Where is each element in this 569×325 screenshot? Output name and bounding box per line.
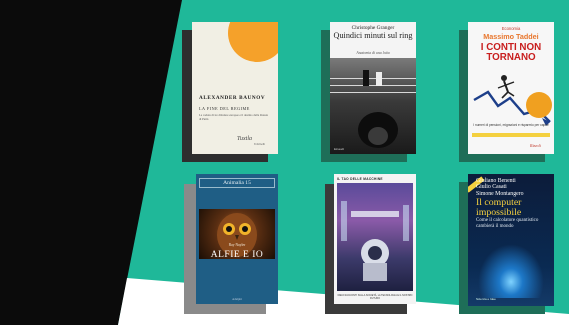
sci-fi-illustration bbox=[337, 183, 413, 291]
book-cover: IL TAO DELLE MACCHINE DIECI RACCONTI SUL… bbox=[334, 174, 416, 304]
book-author: ALEXANDER BAUNOV bbox=[199, 95, 266, 101]
book-title: Il computer impossibile bbox=[476, 197, 522, 218]
book-author: Ray Nayler bbox=[228, 243, 246, 247]
book-authors: Giuliano Benenti Giulio Casati Simone Mo… bbox=[476, 178, 524, 197]
promo-badge bbox=[526, 92, 552, 118]
book-publisher: Adelphi bbox=[232, 297, 242, 301]
book-il-computer-impossibile[interactable]: Giuliano Benenti Giulio Casati Simone Mo… bbox=[459, 174, 554, 314]
book-la-fine-del-regime[interactable]: ALEXANDER BAUNOV LA FINE DEL REGIME La c… bbox=[182, 22, 278, 162]
book-title: IL TAO DELLE MACCHINE bbox=[337, 177, 383, 181]
book-quindici-minuti-sul-ring[interactable]: Christophe Granger Quindici minuti sul r… bbox=[321, 22, 416, 162]
book-subtitle: Anatomia di una lotta bbox=[356, 51, 390, 55]
book-publisher: Rizzoli bbox=[530, 143, 541, 148]
book-title: Quindici minuti sul ring bbox=[333, 31, 413, 40]
collage: ALEXANDER BAUNOV LA FINE DEL REGIME La c… bbox=[0, 0, 569, 325]
book-alfie-e-io[interactable]: Animalia 15 Ray Nayler ALFIE E IO Adelph… bbox=[184, 174, 278, 314]
book-subtitle: La caduta di tre dittature europee e il … bbox=[199, 113, 268, 121]
signature: Tuxtla bbox=[237, 136, 253, 142]
book-title: LA FINE DEL REGIME bbox=[199, 106, 250, 111]
yellow-strip bbox=[472, 133, 550, 137]
book-il-tao-delle-macchine[interactable]: IL TAO DELLE MACCHINE DIECI RACCONTI SUL… bbox=[325, 174, 416, 314]
boxers-silhouette bbox=[358, 70, 398, 148]
book-subtitle: DIECI RACCONTI SULLA SOCIETÀ, LA TECNOLO… bbox=[337, 294, 413, 300]
book-cover: Animalia 15 Ray Nayler ALFIE E IO Adelph… bbox=[196, 174, 278, 304]
book-series: Animalia 15 bbox=[199, 178, 275, 188]
book-cover: ALEXANDER BAUNOV LA FINE DEL REGIME La c… bbox=[192, 22, 278, 154]
book-publisher: Einaudi bbox=[334, 147, 345, 151]
book-cover: Christophe Granger Quindici minuti sul r… bbox=[330, 22, 416, 154]
book-publisher: Feltrinelli bbox=[254, 143, 266, 146]
book-cover: Giuliano Benenti Giulio Casati Simone Mo… bbox=[468, 174, 554, 306]
orange-circle bbox=[228, 22, 278, 62]
book-cover: Economia Massimo Taddei I CONTI NON TORN… bbox=[468, 22, 554, 154]
book-i-conti-non-tornano[interactable]: Economia Massimo Taddei I CONTI NON TORN… bbox=[459, 22, 554, 162]
boxing-photo: Einaudi bbox=[330, 58, 416, 154]
robot-illustration bbox=[341, 201, 409, 281]
quantum-glow bbox=[478, 244, 544, 298]
book-publisher: Scienza e Idee bbox=[476, 297, 496, 302]
book-tagline: I numeri di pensioni, migrazioni e rispa… bbox=[473, 123, 549, 127]
book-subtitle: Come il calcolatore quantistico cambierà… bbox=[476, 218, 539, 229]
book-title: ALFIE E IO bbox=[210, 250, 264, 260]
